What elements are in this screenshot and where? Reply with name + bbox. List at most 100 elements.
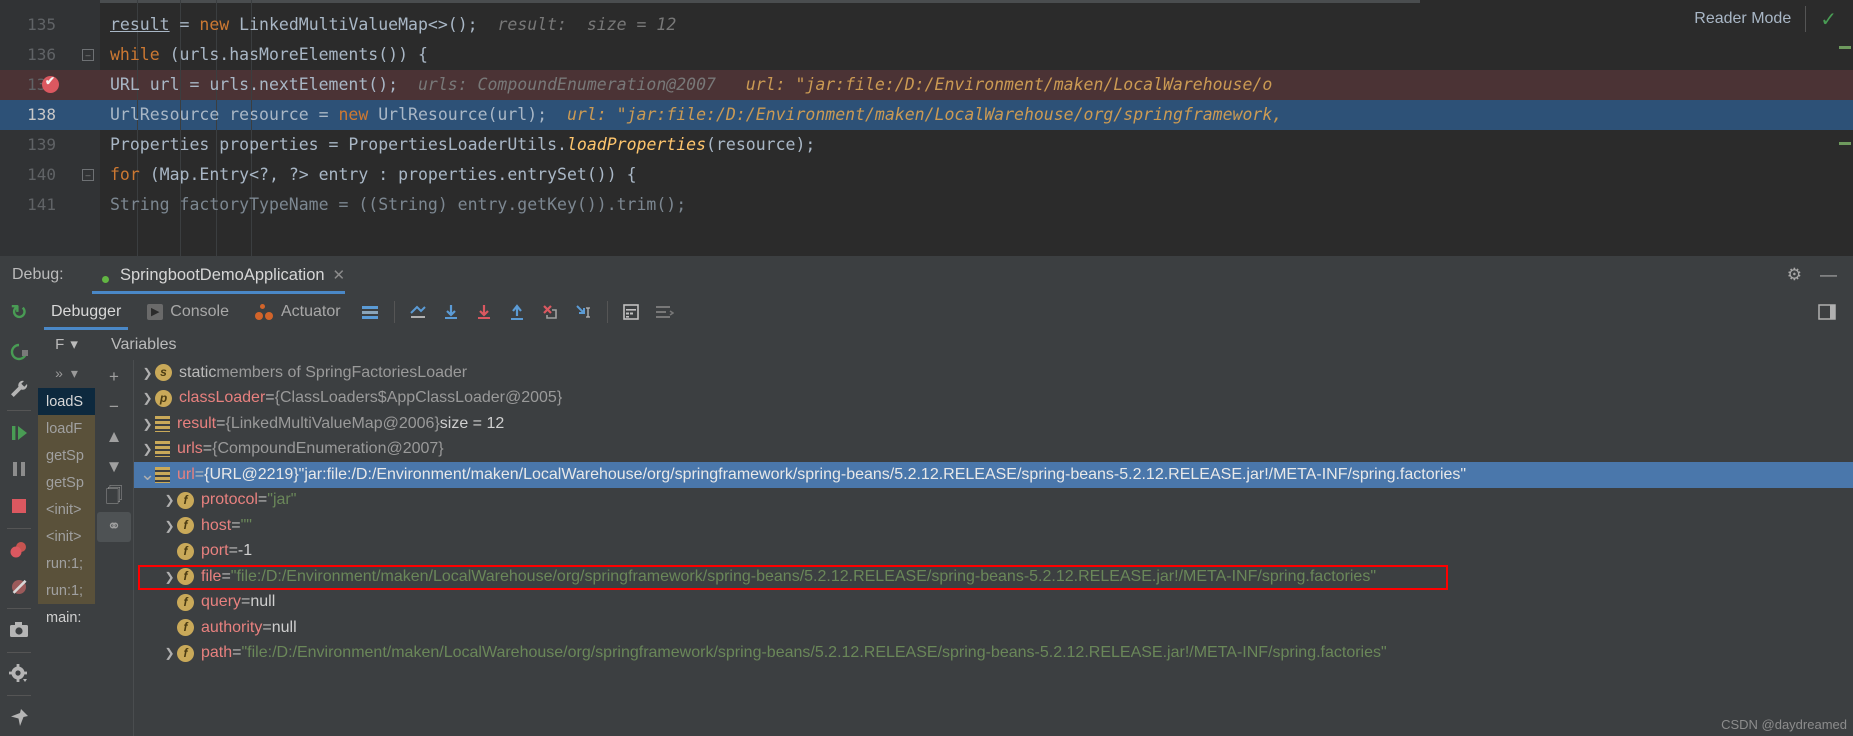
force-step-into-icon[interactable] [534,297,567,327]
settings-layout-icon[interactable] [1810,297,1843,327]
variable-value-extra: size = 12 [439,414,505,432]
frames-thread-selector[interactable]: » ▾ [38,358,95,388]
tab-debugger[interactable]: Debugger [38,294,134,330]
expand-arrow-icon[interactable]: ❯ [162,646,177,660]
line-number-current: 138 [27,105,56,124]
frame-item[interactable]: getSp [38,442,95,469]
frame-item[interactable]: getSp [38,469,95,496]
fold-collapse-icon[interactable] [82,49,94,61]
run-configuration-tab[interactable]: SpringbootDemoApplication ✕ [82,256,355,294]
tab-console[interactable]: ▶ Console [134,294,242,330]
breakpoint-verified-icon[interactable] [42,74,59,93]
variable-row[interactable]: ❯ f protocol = "jar" [134,488,1853,514]
view-breakpoints-icon[interactable] [2,532,36,569]
variable-value: "file:/D:/Environment/maken/LocalWarehou… [241,644,1387,662]
copy-value-icon[interactable]: 🗍 [97,482,131,512]
variable-row[interactable]: ❯ result = {LinkedMultiValueMap@2006} siz… [134,411,1853,437]
variables-tree[interactable]: ❯ s static members of SpringFactoriesLoade… [133,360,1853,736]
frame-item[interactable]: loadF [38,415,95,442]
code-line-139[interactable]: Properties properties = PropertiesLoader… [110,130,815,160]
frames-header: F ▾ [38,330,95,358]
code-line-135[interactable]: result = new LinkedMultiValueMap<>(); re… [110,10,676,40]
expand-arrow-icon[interactable]: ❯ [140,366,155,380]
settings-gear-icon[interactable] [2,656,36,693]
inspect-icon[interactable]: ⚭ [97,512,131,542]
variable-row[interactable]: ❯ f host = "" [134,513,1853,539]
variable-row[interactable]: ❯ f path = "file:/D:/Environment/maken/Loc… [134,641,1853,667]
pin-icon[interactable] [2,699,36,736]
actuator-icon [254,303,274,321]
mute-breakpoints-icon[interactable] [2,568,36,605]
code-line-137[interactable]: URL url = urls.nextElement(); urls: Comp… [110,70,1272,100]
fold-collapse-icon[interactable] [82,169,94,181]
show-execution-point-icon[interactable] [402,297,435,327]
restore-layout-icon[interactable] [648,297,681,327]
frame-item[interactable]: loadS [38,388,95,415]
expand-arrow-icon[interactable]: ❯ [162,570,177,584]
code-line-136[interactable]: while (urls.hasMoreElements()) { [110,40,428,70]
frame-item[interactable]: run:1; [38,550,95,577]
expand-arrow-icon[interactable]: ❯ [140,417,155,431]
minimize-icon[interactable]: — [1820,265,1837,285]
scrollbar-marker-green[interactable] [1839,142,1851,145]
variable-row[interactable]: ❯ s static members of SpringFactoriesLoade… [134,360,1853,386]
add-watch-icon[interactable]: + [97,362,131,392]
static-member-icon: s [155,364,172,382]
step-into-icon[interactable] [468,297,501,327]
scrollbar-marker-green[interactable] [1839,46,1851,49]
variable-value: null [250,593,276,611]
close-icon[interactable]: ✕ [333,266,346,284]
pause-program-icon[interactable] [2,451,36,488]
expand-arrow-icon[interactable]: ❯ [140,442,155,456]
expand-arrow-icon[interactable]: ❯ [162,493,177,507]
frame-item[interactable]: main: [38,604,95,631]
inline-hint-urls: urls: CompoundEnumeration@2007 [417,75,716,94]
reader-mode-label[interactable]: Reader Mode [1694,10,1791,28]
settings-wrench-icon[interactable] [2,371,36,408]
variable-value: "file:/D:/Environment/maken/LocalWarehou… [230,567,1376,585]
variable-row[interactable]: f query = null [134,590,1853,616]
frame-item[interactable]: <init> [38,523,95,550]
step-out-icon[interactable] [501,297,534,327]
expand-arrow-icon[interactable]: ❯ [162,519,177,533]
evaluate-expression-icon[interactable] [615,297,648,327]
step-over-icon[interactable] [435,297,468,327]
rerun-debug-icon[interactable] [2,334,36,371]
move-up-icon[interactable]: ▲ [97,422,131,452]
variable-row[interactable]: ⌄ url = {URL@2219} "jar:file:/D:/Environm… [134,462,1853,488]
divider [7,695,31,697]
chevron-down-icon[interactable]: ▾ [70,335,78,353]
tab-actuator[interactable]: Actuator [242,294,354,330]
collapse-arrow-icon[interactable]: ⌄ [140,464,155,485]
variable-name: file [201,567,222,585]
run-to-cursor-icon[interactable] [567,297,600,327]
debugger-toolbar-right [1810,297,1853,327]
chevron-down-icon[interactable]: ▾ [71,365,78,382]
variable-value: null [271,618,297,636]
code-line-138[interactable]: UrlResource resource = new UrlResource(u… [110,100,1282,130]
frame-item[interactable]: run:1; [38,577,95,604]
resume-program-icon[interactable] [2,414,36,451]
variable-name: host [201,516,232,534]
remove-watch-icon[interactable]: − [97,392,131,422]
layout-settings-icon[interactable] [354,297,387,327]
equals-sign: = [257,491,268,509]
variable-row[interactable]: ❯ f file = "file:/D:/Environment/maken/Loc… [134,564,1853,590]
variable-row[interactable]: ❯ urls = {CompoundEnumeration@2007} [134,437,1853,463]
variable-row[interactable]: ❯ p classLoader = {ClassLoaders$AppClassLo… [134,386,1853,412]
variable-name: url [177,465,195,483]
variable-row[interactable]: f authority = null [134,615,1853,641]
double-chevron-icon[interactable]: » [55,365,63,381]
checkmark-icon[interactable]: ✓ [1820,7,1837,32]
move-down-icon[interactable]: ▼ [97,452,131,482]
code-line-141[interactable]: String factoryTypeName = ((String) entry… [110,190,686,220]
equals-sign: = [231,516,241,534]
code-line-140[interactable]: for (Map.Entry<?, ?> entry : properties.… [110,160,637,190]
stop-icon[interactable] [2,488,36,525]
rerun-icon[interactable]: ↻ [0,300,38,325]
variable-row[interactable]: f port = -1 [134,539,1853,565]
expand-arrow-icon[interactable]: ❯ [140,391,155,405]
gear-icon[interactable]: ⚙ [1787,265,1802,285]
frame-item[interactable]: <init> [38,496,95,523]
screenshot-icon[interactable] [2,612,36,649]
